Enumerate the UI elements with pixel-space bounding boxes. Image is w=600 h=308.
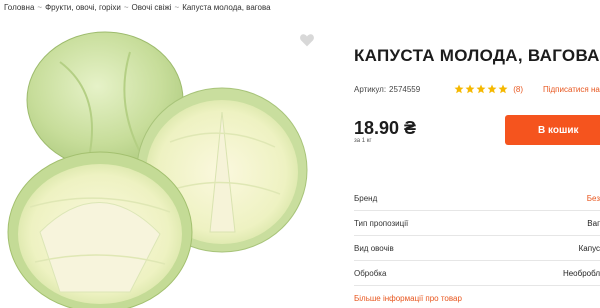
star-icon [487, 84, 497, 94]
attribute-value[interactable]: Без [587, 194, 600, 203]
star-icon [476, 84, 486, 94]
attribute-row-processing: Обробка Необробл [354, 261, 600, 286]
breadcrumb-separator: ~ [123, 3, 129, 12]
attribute-label: Бренд [354, 193, 378, 203]
attribute-label: Тип пропозиції [354, 218, 409, 228]
breadcrumb-fruits-vegetables[interactable]: Фрукти, овочі, горіхи [45, 3, 121, 12]
breadcrumb-home[interactable]: Головна [4, 3, 34, 12]
product-price: 18.90 ₴ [354, 118, 417, 138]
star-icon [454, 84, 464, 94]
breadcrumb-separator: ~ [174, 3, 180, 12]
more-info-link[interactable]: Більше інформації про товар [354, 294, 462, 303]
sku-value: 2574559 [389, 84, 421, 94]
add-to-cart-button[interactable]: В кошик [505, 115, 600, 145]
star-icon [498, 84, 508, 94]
product-attributes: Бренд Без Тип пропозиції Ваг Вид овочів … [354, 186, 600, 286]
attribute-value: Капус [578, 243, 600, 253]
subscribe-delivery-link[interactable]: Підписатися на достав [543, 85, 600, 94]
attribute-label: Обробка [354, 268, 387, 278]
attribute-value: Ваг [587, 218, 600, 228]
attribute-row-offer-type: Тип пропозиції Ваг [354, 211, 600, 236]
product-title: КАПУСТА МОЛОДА, ВАГОВА [354, 46, 600, 65]
product-meta: Артикул: 2574559 (8) Підписатися на дост… [354, 84, 600, 94]
attribute-row-brand: Бренд Без [354, 186, 600, 211]
product-image[interactable] [0, 22, 330, 308]
rating-stars[interactable] [454, 84, 508, 94]
rating-count[interactable]: (8) [513, 85, 523, 94]
sku-label: Артикул: [354, 84, 387, 94]
heart-icon[interactable] [299, 33, 315, 47]
attribute-value: Необробл [562, 268, 600, 278]
breadcrumb-current: Капуста молода, вагова [182, 3, 271, 12]
attribute-label: Вид овочів [354, 243, 394, 253]
breadcrumb-separator: ~ [37, 3, 43, 12]
breadcrumb: Головна ~ Фрукти, овочі, горіхи ~ Овочі … [4, 3, 271, 12]
price-unit: за 1 кг [354, 138, 372, 144]
star-icon [465, 84, 475, 94]
attribute-row-vegetable-type: Вид овочів Капус [354, 236, 600, 261]
breadcrumb-fresh-vegetables[interactable]: Овочі свіжі [132, 3, 172, 12]
